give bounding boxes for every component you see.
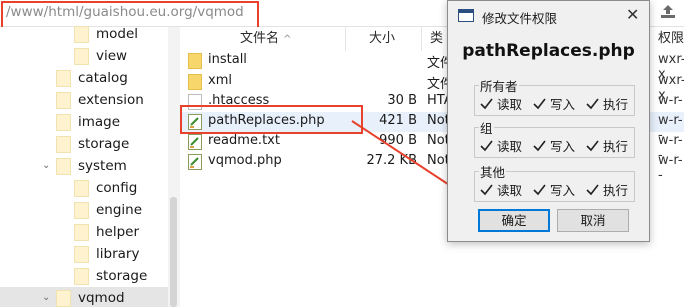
close-icon[interactable]: ✕	[626, 5, 639, 24]
folder-icon	[56, 289, 71, 307]
folder-icon	[56, 135, 71, 153]
folder-icon	[56, 113, 71, 131]
column-header-name[interactable]: 文件名 ^	[240, 27, 292, 51]
tree-item-vqmod[interactable]: vqmod	[0, 287, 168, 307]
folder-icon	[56, 91, 71, 109]
tree-item[interactable]: image	[56, 111, 120, 133]
folder-icon	[188, 53, 202, 69]
folder-icon	[56, 157, 71, 175]
column-header-permissions[interactable]: 权限	[658, 27, 684, 51]
tree-item[interactable]: library	[74, 243, 139, 265]
checkbox-other-exec[interactable]: 执行	[586, 180, 628, 199]
php-file-icon	[188, 154, 202, 170]
scrollbar-thumb[interactable]	[170, 197, 177, 307]
ok-button[interactable]: 确定	[478, 209, 550, 232]
folder-icon	[74, 47, 89, 65]
check-icon	[480, 140, 493, 152]
check-icon	[533, 184, 546, 196]
file-highlight-annotation	[180, 105, 363, 134]
tree-item[interactable]: engine	[74, 199, 142, 221]
folder-icon	[188, 74, 202, 90]
upload-icon[interactable]	[660, 3, 676, 19]
checkbox-owner-exec[interactable]: 执行	[586, 94, 628, 113]
column-divider[interactable]	[421, 27, 422, 51]
permissions-dialog[interactable]: 修改文件权限 ✕ pathReplaces.php 所有者 读取 写入 执行 组…	[447, 0, 650, 242]
tree-item[interactable]: config	[74, 177, 137, 199]
check-icon	[533, 140, 546, 152]
folder-icon	[56, 69, 71, 87]
check-icon	[586, 140, 599, 152]
folder-icon	[74, 245, 89, 263]
check-icon	[480, 184, 493, 196]
tree-item[interactable]: view	[74, 45, 127, 67]
checkbox-group-write[interactable]: 写入	[533, 136, 575, 155]
check-icon	[586, 98, 599, 110]
folder-icon	[74, 223, 89, 241]
checkbox-owner-write[interactable]: 写入	[533, 94, 575, 113]
cancel-button[interactable]: 取消	[557, 209, 629, 232]
text-file-icon	[188, 134, 202, 150]
checkbox-other-write[interactable]: 写入	[533, 180, 575, 199]
tree-item[interactable]: catalog	[56, 67, 128, 89]
tree-item[interactable]: storage	[56, 133, 129, 155]
checkbox-owner-read[interactable]: 读取	[480, 94, 522, 113]
dialog-titlebar[interactable]: 修改文件权限 ✕	[448, 1, 649, 31]
tree-item[interactable]: extension	[56, 89, 144, 111]
group-label: 组	[479, 118, 494, 137]
checkbox-group-read[interactable]: 读取	[480, 136, 522, 155]
check-icon	[480, 98, 493, 110]
checkbox-group-exec[interactable]: 执行	[586, 136, 628, 155]
folder-icon	[74, 25, 89, 43]
tree-item[interactable]: helper	[74, 221, 139, 243]
check-icon	[586, 184, 599, 196]
tree-item[interactable]: model	[74, 23, 138, 45]
group-label: 所有者	[479, 76, 519, 95]
tree-scrollbar[interactable]	[168, 27, 180, 307]
dialog-filename: pathReplaces.php	[462, 41, 635, 61]
tree-item[interactable]: storage	[74, 265, 147, 287]
window-app-icon	[458, 9, 474, 22]
group-label: 其他	[479, 162, 507, 181]
folder-icon	[74, 201, 89, 219]
column-header-size[interactable]: 大小	[369, 27, 395, 51]
chevron-down-icon[interactable]: ⌄	[42, 293, 52, 303]
dialog-title: 修改文件权限	[482, 11, 558, 26]
folder-tree[interactable]: model view catalog extension image stora…	[0, 25, 180, 307]
column-header-type[interactable]: 类	[430, 27, 443, 51]
check-icon	[533, 98, 546, 110]
chevron-down-icon[interactable]: ⌄	[42, 161, 52, 171]
column-divider[interactable]	[345, 27, 346, 51]
folder-icon	[74, 267, 89, 285]
folder-icon	[74, 179, 89, 197]
checkbox-other-read[interactable]: 读取	[480, 180, 522, 199]
tree-item-system[interactable]: system	[56, 155, 127, 177]
